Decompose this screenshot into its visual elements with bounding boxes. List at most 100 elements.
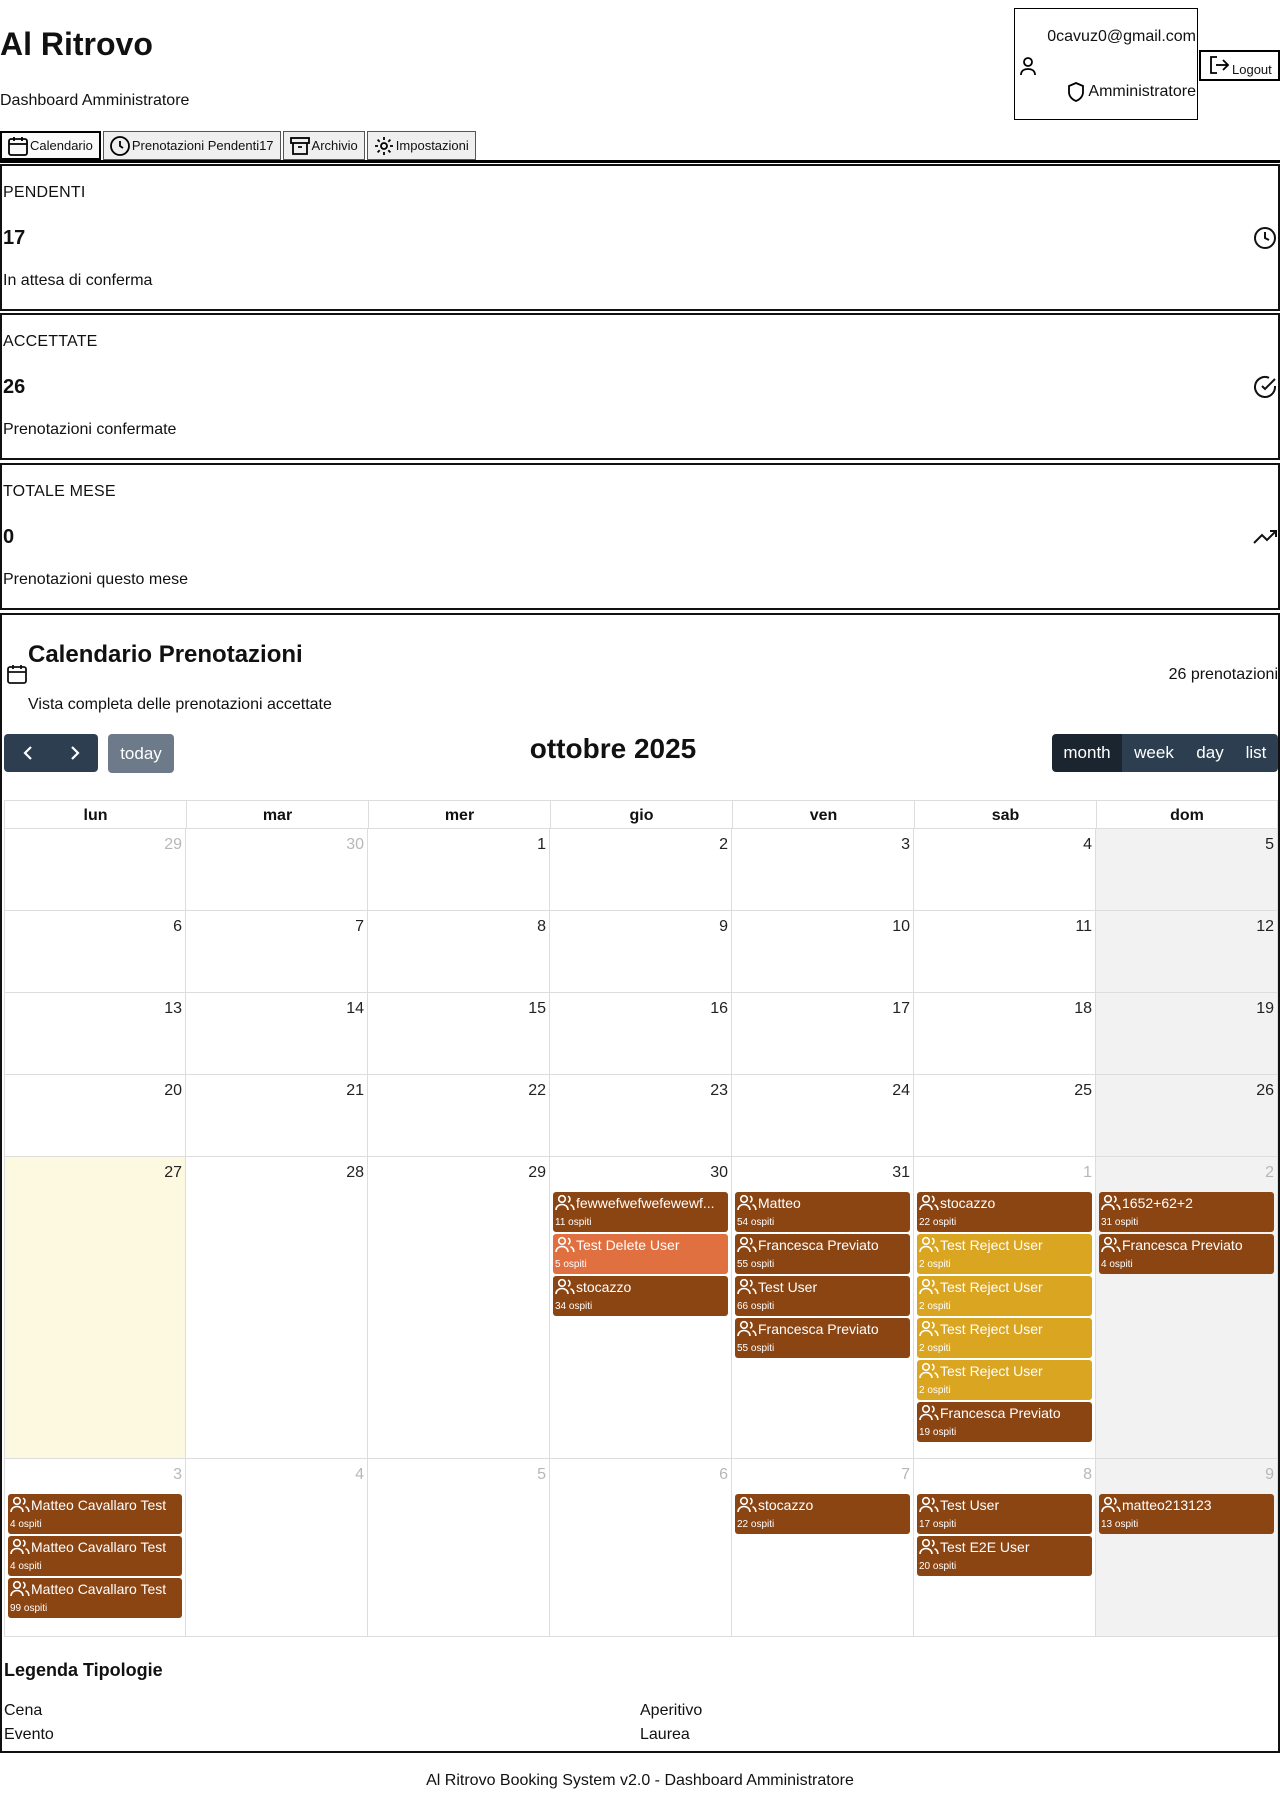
booking-event[interactable]: Test Reject User 2 ospiti [917, 1360, 1092, 1400]
day-cell[interactable]: 3 Matteo Cavallaro Test 4 ospiti Matteo Cav… [4, 1459, 186, 1637]
day-number[interactable]: 1 [537, 836, 546, 854]
day-number[interactable]: 21 [346, 1082, 364, 1100]
view-month-button[interactable]: month [1052, 734, 1122, 772]
day-number[interactable]: 12 [1256, 918, 1274, 936]
day-cell[interactable]: 14 [186, 993, 368, 1075]
day-number[interactable]: 9 [719, 918, 728, 936]
day-number[interactable]: 23 [710, 1082, 728, 1100]
booking-event[interactable]: Francesca Previato 4 ospiti [1099, 1234, 1274, 1274]
prev-month-button[interactable] [4, 734, 51, 772]
day-number[interactable]: 2 [719, 836, 728, 854]
day-number[interactable]: 17 [892, 1000, 910, 1018]
day-cell[interactable]: 24 [732, 1075, 914, 1157]
day-cell[interactable]: 9 [550, 911, 732, 993]
day-cell[interactable]: 9 matteo213123 13 ospiti [1096, 1459, 1278, 1637]
day-number[interactable]: 28 [346, 1164, 364, 1182]
day-number[interactable]: 19 [1256, 1000, 1274, 1018]
day-number[interactable]: 18 [1074, 1000, 1092, 1018]
view-list-button[interactable]: list [1234, 734, 1278, 772]
booking-event[interactable]: matteo213123 13 ospiti [1099, 1494, 1274, 1534]
day-number[interactable]: 7 [355, 918, 364, 936]
booking-event[interactable]: Matteo Cavallaro Test 4 ospiti [8, 1494, 182, 1534]
day-number[interactable]: 15 [528, 1000, 546, 1018]
tab-calendario[interactable]: Calendario [0, 131, 101, 160]
day-number[interactable]: 20 [164, 1082, 182, 1100]
day-cell[interactable]: 2 [550, 829, 732, 911]
day-number[interactable]: 1 [1083, 1164, 1092, 1182]
today-button[interactable]: today [108, 734, 174, 773]
booking-event[interactable]: Test Reject User 2 ospiti [917, 1318, 1092, 1358]
booking-event[interactable]: Francesca Previato 55 ospiti [735, 1234, 910, 1274]
day-cell[interactable]: 6 [550, 1459, 732, 1637]
day-cell[interactable]: 3 [732, 829, 914, 911]
day-number[interactable]: 6 [719, 1466, 728, 1484]
day-number[interactable]: 29 [164, 836, 182, 854]
day-number[interactable]: 24 [892, 1082, 910, 1100]
day-cell[interactable]: 12 [1096, 911, 1278, 993]
day-number[interactable]: 11 [1075, 918, 1092, 936]
day-cell[interactable]: 17 [732, 993, 914, 1075]
day-cell[interactable]: 16 [550, 993, 732, 1075]
day-number[interactable]: 29 [528, 1164, 546, 1182]
booking-event[interactable]: fewwefwefwefewewf... 11 ospiti [553, 1192, 728, 1232]
day-number[interactable]: 31 [892, 1164, 910, 1182]
day-number[interactable]: 3 [901, 836, 910, 854]
view-day-button[interactable]: day [1186, 734, 1234, 772]
day-cell[interactable]: 1 stocazzo 22 ospiti Test Reject User 2 ospi… [914, 1157, 1096, 1459]
tab-archivio[interactable]: Archivio [282, 131, 365, 160]
day-cell[interactable]: 2 1652+62+2 31 ospiti Francesca Previato 4 o… [1096, 1157, 1278, 1459]
booking-event[interactable]: Test User 66 ospiti [735, 1276, 910, 1316]
booking-event[interactable]: Test Reject User 2 ospiti [917, 1234, 1092, 1274]
day-number[interactable]: 27 [164, 1164, 182, 1182]
day-cell[interactable]: 15 [368, 993, 550, 1075]
booking-event[interactable]: Matteo Cavallaro Test 4 ospiti [8, 1536, 182, 1576]
day-cell[interactable]: 6 [4, 911, 186, 993]
logout-button[interactable]: Logout [1199, 50, 1280, 81]
day-cell[interactable]: 28 [186, 1157, 368, 1459]
booking-event[interactable]: 1652+62+2 31 ospiti [1099, 1192, 1274, 1232]
booking-event[interactable]: Test E2E User 20 ospiti [917, 1536, 1092, 1576]
booking-event[interactable]: Matteo Cavallaro Test 99 ospiti [8, 1578, 182, 1618]
day-cell[interactable]: 31 Matteo 54 ospiti Francesca Previato 55 os… [732, 1157, 914, 1459]
day-cell[interactable]: 5 [368, 1459, 550, 1637]
day-cell[interactable]: 11 [914, 911, 1096, 993]
day-number[interactable]: 10 [892, 918, 910, 936]
day-cell[interactable]: 7 [186, 911, 368, 993]
day-number[interactable]: 14 [346, 1000, 364, 1018]
day-number[interactable]: 22 [528, 1082, 546, 1100]
day-number[interactable]: 4 [355, 1466, 364, 1484]
day-cell[interactable]: 19 [1096, 993, 1278, 1075]
day-cell[interactable]: 30 fewwefwefwefewewf... 11 ospiti Test Dele… [550, 1157, 732, 1459]
booking-event[interactable]: Francesca Previato 55 ospiti [735, 1318, 910, 1358]
day-cell[interactable]: 30 [186, 829, 368, 911]
day-number[interactable]: 5 [1265, 836, 1274, 854]
day-cell[interactable]: 26 [1096, 1075, 1278, 1157]
day-cell[interactable]: 23 [550, 1075, 732, 1157]
day-number[interactable]: 8 [537, 918, 546, 936]
booking-event[interactable]: stocazzo 22 ospiti [735, 1494, 910, 1534]
day-number[interactable]: 30 [710, 1164, 728, 1182]
day-cell[interactable]: 8 [368, 911, 550, 993]
day-cell[interactable]: 27 [4, 1157, 186, 1459]
booking-event[interactable]: stocazzo 22 ospiti [917, 1192, 1092, 1232]
day-number[interactable]: 9 [1265, 1466, 1274, 1484]
day-cell[interactable]: 4 [914, 829, 1096, 911]
day-cell[interactable]: 22 [368, 1075, 550, 1157]
day-cell[interactable]: 29 [368, 1157, 550, 1459]
day-cell[interactable]: 1 [368, 829, 550, 911]
next-month-button[interactable] [51, 734, 98, 772]
day-cell[interactable]: 25 [914, 1075, 1096, 1157]
day-number[interactable]: 25 [1074, 1082, 1092, 1100]
booking-event[interactable]: Test Delete User 5 ospiti [553, 1234, 728, 1274]
day-number[interactable]: 26 [1256, 1082, 1274, 1100]
view-week-button[interactable]: week [1122, 734, 1186, 772]
booking-event[interactable]: stocazzo 34 ospiti [553, 1276, 728, 1316]
booking-event[interactable]: Test User 17 ospiti [917, 1494, 1092, 1534]
day-cell[interactable]: 21 [186, 1075, 368, 1157]
day-number[interactable]: 3 [173, 1466, 182, 1484]
day-number[interactable]: 8 [1083, 1466, 1092, 1484]
day-number[interactable]: 7 [901, 1466, 910, 1484]
booking-event[interactable]: Francesca Previato 19 ospiti [917, 1402, 1092, 1442]
day-number[interactable]: 16 [710, 1000, 728, 1018]
day-number[interactable]: 30 [346, 836, 364, 854]
